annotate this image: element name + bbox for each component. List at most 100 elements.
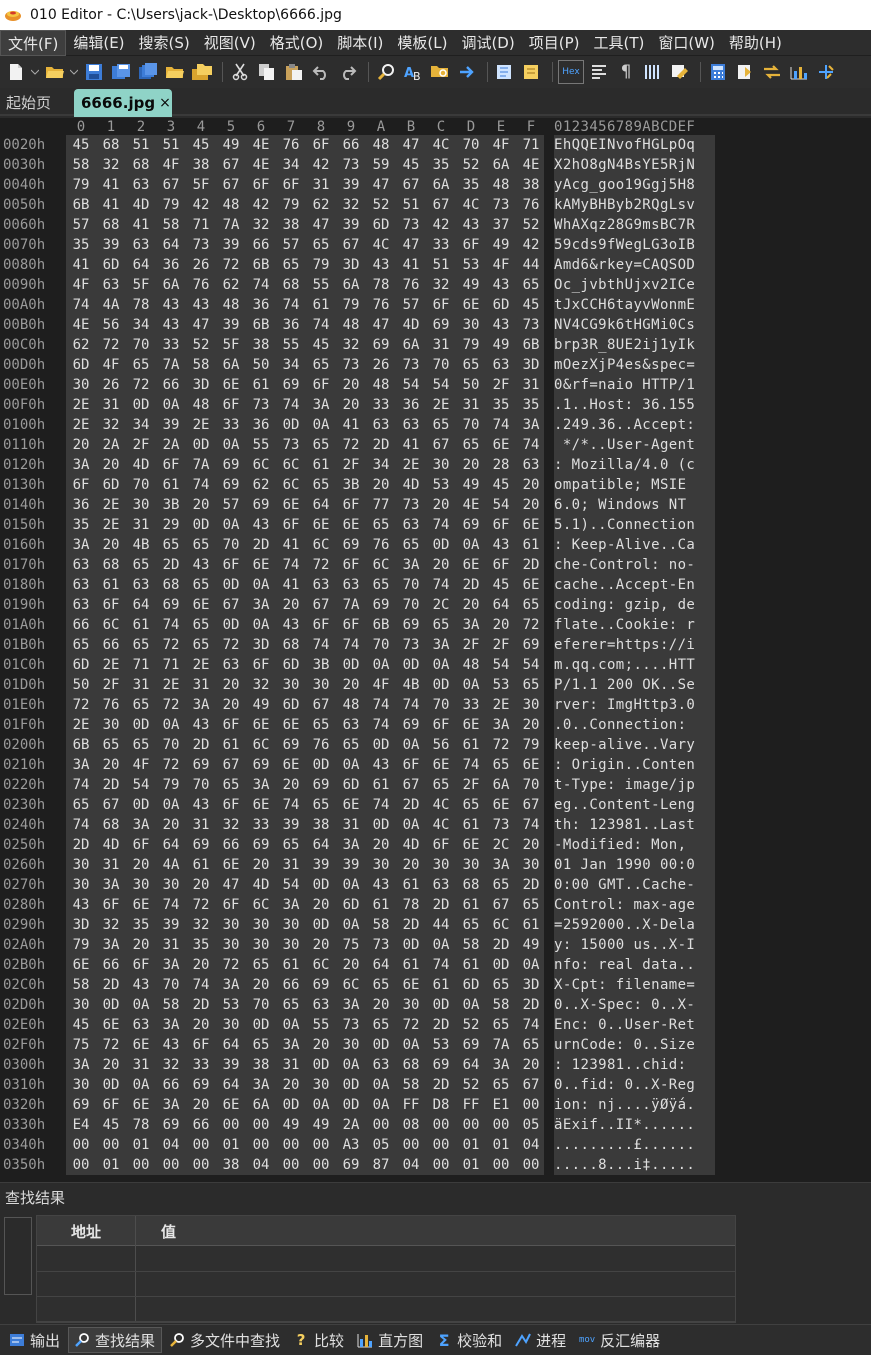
hex-byte[interactable]: 2E xyxy=(186,417,216,433)
hex-byte[interactable]: 6B xyxy=(66,197,96,213)
hex-byte[interactable]: 61 xyxy=(516,537,546,553)
hex-byte[interactable]: 6E xyxy=(516,757,546,773)
hex-byte[interactable]: 2D xyxy=(96,777,126,793)
hex-byte[interactable]: 00 xyxy=(276,1157,306,1173)
hex-byte[interactable]: 4E xyxy=(246,137,276,153)
hex-byte[interactable]: 42 xyxy=(306,157,336,173)
hex-byte[interactable]: 61 xyxy=(156,477,186,493)
hex-byte[interactable]: 6E xyxy=(276,757,306,773)
hex-byte[interactable]: 67 xyxy=(216,157,246,173)
hex-byte[interactable]: 2E xyxy=(66,717,96,733)
hex-byte[interactable]: 69 xyxy=(186,1077,216,1093)
hex-bytes[interactable]: 62 72 70 33 52 5F 38 55 45 32 69 6A 31 79 49 6B xyxy=(66,335,544,355)
hex-byte[interactable]: 05 xyxy=(366,1137,396,1153)
hex-byte[interactable]: 20 xyxy=(516,1057,546,1073)
hex-byte[interactable]: 30 xyxy=(276,937,306,953)
hex-byte[interactable]: 67 xyxy=(426,437,456,453)
hex-byte[interactable]: 2D xyxy=(486,937,516,953)
hex-byte[interactable]: 20 xyxy=(366,997,396,1013)
hex-byte[interactable]: 74 xyxy=(516,1017,546,1033)
hex-row-ascii[interactable]: : Keep-Alive..Ca xyxy=(554,535,715,555)
hex-bytes[interactable]: E4 45 78 69 66 00 00 49 49 2A 00 08 00 00 00 05 xyxy=(66,1115,544,1135)
calculator-icon[interactable] xyxy=(706,60,730,84)
hex-byte[interactable]: 63 xyxy=(126,177,156,193)
hex-byte[interactable]: 33 xyxy=(216,417,246,433)
hex-byte[interactable]: FF xyxy=(396,1097,426,1113)
hex-byte[interactable]: 4F xyxy=(366,677,396,693)
hex-byte[interactable]: 0A xyxy=(126,997,156,1013)
hex-byte[interactable]: 26 xyxy=(96,377,126,393)
hex-byte[interactable]: 3A xyxy=(456,617,486,633)
hex-byte[interactable]: 4F xyxy=(486,137,516,153)
hex-byte[interactable]: 2E xyxy=(96,517,126,533)
hex-byte[interactable]: 70 xyxy=(216,537,246,553)
hex-byte[interactable]: 66 xyxy=(216,837,246,853)
hex-byte[interactable]: 20 xyxy=(306,937,336,953)
table-row[interactable] xyxy=(37,1297,735,1322)
hex-byte[interactable]: 43 xyxy=(366,757,396,773)
hex-byte[interactable]: 68 xyxy=(396,1057,426,1073)
hex-byte[interactable]: 3A xyxy=(336,997,366,1013)
hex-byte[interactable]: 3A xyxy=(156,1017,186,1033)
hex-byte[interactable]: 61 xyxy=(396,877,426,893)
hex-byte[interactable]: 72 xyxy=(486,737,516,753)
hex-byte[interactable]: 36 xyxy=(246,297,276,313)
hex-byte[interactable]: 20 xyxy=(336,377,366,393)
hex-bytes[interactable]: 43 6F 6E 74 72 6F 6C 3A 20 6D 61 78 2D 61 67 65 xyxy=(66,895,544,915)
hex-byte[interactable]: 0A xyxy=(396,1037,426,1053)
hex-byte[interactable]: 32 xyxy=(96,157,126,173)
hex-byte[interactable]: D8 xyxy=(426,1097,456,1113)
hex-byte[interactable]: 2E xyxy=(486,697,516,713)
hex-byte[interactable]: 20 xyxy=(96,537,126,553)
hex-byte[interactable]: 65 xyxy=(126,557,156,573)
hex-byte[interactable]: 74 xyxy=(366,717,396,733)
hex-byte[interactable]: 63 xyxy=(396,417,426,433)
hex-byte[interactable]: 65 xyxy=(426,417,456,433)
hex-byte[interactable]: 0A xyxy=(246,617,276,633)
hex-byte[interactable]: 55 xyxy=(246,437,276,453)
hex-byte[interactable]: 62 xyxy=(66,337,96,353)
hex-byte[interactable]: 75 xyxy=(336,937,366,953)
hex-byte[interactable]: 2F xyxy=(96,677,126,693)
hex-byte[interactable]: 6A xyxy=(396,337,426,353)
hex-byte[interactable]: 62 xyxy=(306,197,336,213)
hex-byte[interactable]: 69 xyxy=(216,457,246,473)
hex-byte[interactable]: 45 xyxy=(516,297,546,313)
hex-byte[interactable]: 47 xyxy=(306,217,336,233)
hex-byte[interactable]: 68 xyxy=(276,277,306,293)
hex-byte[interactable]: 30 xyxy=(456,857,486,873)
hex-byte[interactable]: 00 xyxy=(246,1137,276,1153)
hex-bytes[interactable]: 4E 56 34 43 47 39 6B 36 74 48 47 4D 69 30 43 73 xyxy=(66,315,544,335)
hex-row-ascii[interactable]: : 123981..chid: xyxy=(554,1055,715,1075)
hex-byte[interactable]: 63 xyxy=(516,457,546,473)
hex-byte[interactable]: 69 xyxy=(456,1037,486,1053)
hex-bytes[interactable]: 30 31 20 4A 61 6E 20 31 39 39 30 20 30 30 3A 30 xyxy=(66,855,544,875)
hex-byte[interactable]: 6F xyxy=(186,1037,216,1053)
hex-byte[interactable]: 4F xyxy=(486,257,516,273)
hex-byte[interactable]: 3A xyxy=(486,1057,516,1073)
hex-byte[interactable]: 43 xyxy=(366,257,396,273)
hex-byte[interactable]: 20 xyxy=(516,497,546,513)
hex-byte[interactable]: 4B xyxy=(126,537,156,553)
hex-byte[interactable]: 0D xyxy=(486,957,516,973)
hex-byte[interactable]: 61 xyxy=(276,957,306,973)
hex-row[interactable]: 0100h 2E 32 34 39 2E 33 36 0D 0A 41 63 63 65 70 74 3A .24… xyxy=(0,415,871,435)
hex-byte[interactable]: 0A xyxy=(456,997,486,1013)
open-folder-icon[interactable] xyxy=(43,60,67,84)
hex-byte[interactable]: 65 xyxy=(96,737,126,753)
hex-byte[interactable]: 54 xyxy=(516,657,546,673)
hex-byte[interactable]: 33 xyxy=(246,817,276,833)
table-row[interactable] xyxy=(37,1272,735,1297)
hex-byte[interactable]: 6B xyxy=(66,737,96,753)
hex-byte[interactable]: 4C xyxy=(426,137,456,153)
hex-byte[interactable]: 04 xyxy=(396,1157,426,1173)
hex-byte[interactable]: 44 xyxy=(426,917,456,933)
hex-byte[interactable]: 0A xyxy=(156,397,186,413)
hex-byte[interactable]: 72 xyxy=(156,637,186,653)
hex-byte[interactable]: 74 xyxy=(246,277,276,293)
hex-byte[interactable]: 70 xyxy=(456,137,486,153)
hex-byte[interactable]: 0A xyxy=(306,417,336,433)
hex-byte[interactable]: 52 xyxy=(456,1077,486,1093)
hex-byte[interactable]: 01 xyxy=(96,1157,126,1173)
hex-row[interactable]: 0130h 6F 6D 70 61 74 69 62 6C 65 3B 20 4D 53 49 45 20 omp… xyxy=(0,475,871,495)
